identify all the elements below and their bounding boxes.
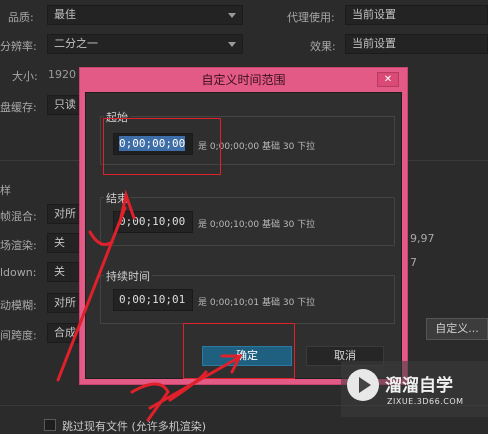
annotation-mark-1 — [88, 230, 114, 246]
watermark-name: 溜溜自学 — [385, 376, 453, 396]
watermark: 溜溜自学 ZIXUE.3D66.COM — [341, 361, 488, 417]
annotation-mark-3 — [168, 370, 208, 402]
arrow-to-start-head — [118, 189, 136, 224]
play-logo-icon — [347, 369, 379, 401]
watermark-url: ZIXUE.3D66.COM — [387, 397, 464, 406]
annotation-mark-2 — [130, 382, 170, 422]
